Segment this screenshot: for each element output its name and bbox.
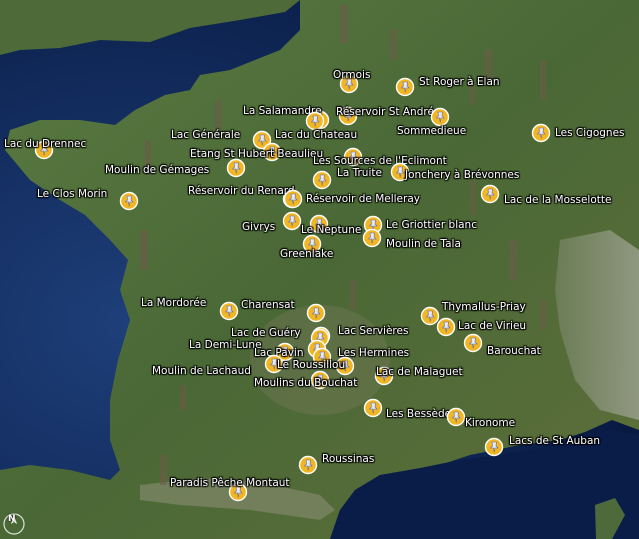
compass[interactable]: N	[2, 512, 26, 536]
marker-label[interactable]: Lac Servières	[338, 325, 408, 337]
map-marker-lac-de-malaguet[interactable]: Lac de Malaguet	[374, 366, 463, 386]
map-marker-thymallus-priay[interactable]: Thymallus-Priay	[420, 301, 526, 326]
pushpin-icon[interactable]	[283, 189, 303, 209]
marker-label[interactable]: Lacs de St Auban	[509, 435, 600, 447]
map-marker-barouchat[interactable]: Barouchat	[463, 333, 541, 357]
map-marker-sommedieue[interactable]: Sommedieue	[397, 107, 466, 137]
map-marker-paradis-peche-montaut[interactable]: Paradis Pêche Montaut	[170, 477, 290, 502]
marker-label[interactable]: Lac de Virieu	[458, 320, 526, 332]
map-marker-roussinas[interactable]: Roussinas	[298, 453, 374, 475]
map-marker-greenlake[interactable]: Greenlake	[280, 234, 333, 260]
marker-label[interactable]: Sommedieue	[397, 125, 466, 137]
map-marker-moulin-de-tala[interactable]: Moulin de Tala	[362, 228, 461, 250]
pushpin-icon[interactable]	[395, 77, 415, 97]
pushpin-icon[interactable]	[312, 170, 332, 190]
marker-label[interactable]: Les Cigognes	[555, 127, 625, 139]
marker-label[interactable]: Réservoir du Renard	[188, 185, 295, 197]
pushpin-icon[interactable]	[480, 184, 500, 204]
marker-label[interactable]: Les Sources de l'Eclimont	[313, 155, 447, 167]
map-marker-lac-de-virieu[interactable]: Lac de Virieu	[436, 317, 526, 337]
map-marker-charensat[interactable]: Charensat	[241, 299, 326, 323]
map-marker-jonchery-a-brevonnes[interactable]: Jonchery à Brévonnes	[390, 162, 519, 182]
map-marker-kironome[interactable]: Kironome	[446, 407, 515, 429]
marker-label[interactable]: Lac du Drennec	[4, 138, 86, 150]
map-marker-etang-st-hubert-beaulieu[interactable]: Etang St Hubert Beaulieu	[190, 142, 323, 162]
marker-label[interactable]: Jonchery à Brévonnes	[405, 169, 519, 181]
map-marker-givrys[interactable]: Givrys	[242, 211, 302, 233]
marker-label[interactable]: Lac Générale	[171, 129, 240, 141]
map-marker-lac-du-drennec[interactable]: Lac du Drennec	[4, 138, 86, 160]
marker-label[interactable]: La Mordorée	[141, 297, 206, 309]
map-marker-la-mordoree[interactable]: La Mordorée	[141, 297, 239, 321]
pushpin-icon[interactable]	[446, 407, 466, 427]
marker-label[interactable]: Le Griottier blanc	[386, 219, 477, 231]
terrain-background	[0, 0, 639, 539]
map-marker-le-clos-morin[interactable]: Le Clos Morin	[37, 188, 139, 211]
map-marker-lac-generale[interactable]: Lac Générale	[171, 129, 272, 150]
pushpin-icon[interactable]	[298, 455, 318, 475]
marker-label[interactable]: Lac du Chateau	[275, 129, 357, 141]
pushpin-icon[interactable]	[219, 301, 239, 321]
pushpin-icon[interactable]	[531, 123, 551, 143]
map-marker-les-bessedes[interactable]: Les Bessèdes	[363, 398, 457, 420]
pushpin-icon[interactable]	[226, 158, 246, 178]
marker-label[interactable]: La Demi-Lune	[189, 339, 262, 351]
marker-label[interactable]: Moulin de Gémages	[105, 164, 209, 176]
map-marker-moulin-de-gemages[interactable]: Moulin de Gémages	[105, 158, 246, 178]
pushpin-icon[interactable]	[305, 111, 325, 131]
map-view[interactable]: Ormois St Roger à Elan La Salamandre Réserv…	[0, 0, 639, 539]
marker-label[interactable]: Lac de Guéry	[231, 327, 301, 339]
marker-label[interactable]: Thymallus-Priay	[442, 301, 526, 313]
map-marker-ormois[interactable]: Ormois	[333, 69, 370, 94]
marker-label[interactable]: Lac de Malaguet	[376, 366, 463, 378]
pushpin-icon[interactable]	[362, 228, 382, 248]
map-marker-lac-de-la-mosselotte[interactable]: Lac de la Mosselotte	[480, 184, 611, 206]
map-marker-lacs-de-st-auban[interactable]: Lacs de St Auban	[484, 435, 600, 457]
map-marker-le-roussillou[interactable]: Le Roussillou	[277, 356, 355, 376]
map-marker-moulin-de-lachaud[interactable]: Moulin de Lachaud	[152, 354, 284, 377]
marker-label[interactable]: Etang St Hubert Beaulieu	[190, 148, 323, 160]
pushpin-icon[interactable]	[282, 211, 302, 231]
marker-label[interactable]: Moulins du Bouchat	[254, 377, 357, 389]
marker-label[interactable]: Givrys	[242, 221, 275, 233]
marker-label[interactable]: Le Clos Morin	[37, 188, 107, 200]
marker-label[interactable]: Ormois	[333, 69, 370, 81]
map-marker-reservoir-de-melleray[interactable]: Réservoir de Melleray	[283, 189, 420, 209]
pushpin-icon[interactable]	[463, 333, 483, 353]
map-marker-moulins-du-bouchat[interactable]: Moulins du Bouchat	[254, 370, 357, 390]
map-marker-le-neptune[interactable]: Le Neptune	[301, 214, 361, 236]
map-marker-les-hermines[interactable]: Les Hermines	[312, 347, 409, 367]
pushpin-icon[interactable]	[119, 191, 139, 211]
marker-label[interactable]: Moulin de Lachaud	[152, 365, 251, 377]
marker-label[interactable]: Barouchat	[487, 345, 541, 357]
pushpin-icon[interactable]	[363, 398, 383, 418]
marker-label[interactable]: Charensat	[241, 299, 295, 311]
marker-label[interactable]: Réservoir St André	[336, 106, 434, 118]
marker-label[interactable]: Roussinas	[322, 453, 374, 465]
pushpin-icon[interactable]	[484, 437, 504, 457]
compass-north-label: N	[8, 514, 16, 524]
marker-label[interactable]: St Roger à Elan	[419, 76, 500, 88]
map-marker-la-truite[interactable]: La Truite	[312, 167, 382, 190]
map-marker-lac-du-chateau[interactable]: Lac du Chateau	[275, 111, 357, 141]
pushpin-icon[interactable]	[436, 317, 456, 337]
marker-label[interactable]: Réservoir de Melleray	[306, 193, 420, 205]
map-marker-reservoir-st-andre[interactable]: Réservoir St André	[336, 106, 434, 126]
map-marker-les-sources-de-l-eclimont[interactable]: Les Sources de l'Eclimont	[313, 147, 447, 167]
pushpin-icon[interactable]	[430, 107, 450, 127]
marker-label[interactable]: La Truite	[337, 167, 382, 179]
map-marker-le-griottier-blanc[interactable]: Le Griottier blanc	[363, 215, 477, 235]
pushpin-icon[interactable]	[306, 303, 326, 323]
marker-label[interactable]: Moulin de Tala	[386, 238, 461, 250]
map-marker-st-roger-a-elan[interactable]: St Roger à Elan	[395, 76, 500, 97]
marker-label[interactable]: Lac de la Mosselotte	[504, 194, 611, 206]
map-marker-les-cigognes[interactable]: Les Cigognes	[531, 123, 625, 143]
marker-label[interactable]: Paradis Pêche Montaut	[170, 477, 290, 489]
marker-label[interactable]: Kironome	[465, 417, 515, 429]
marker-label[interactable]: Greenlake	[280, 248, 333, 260]
